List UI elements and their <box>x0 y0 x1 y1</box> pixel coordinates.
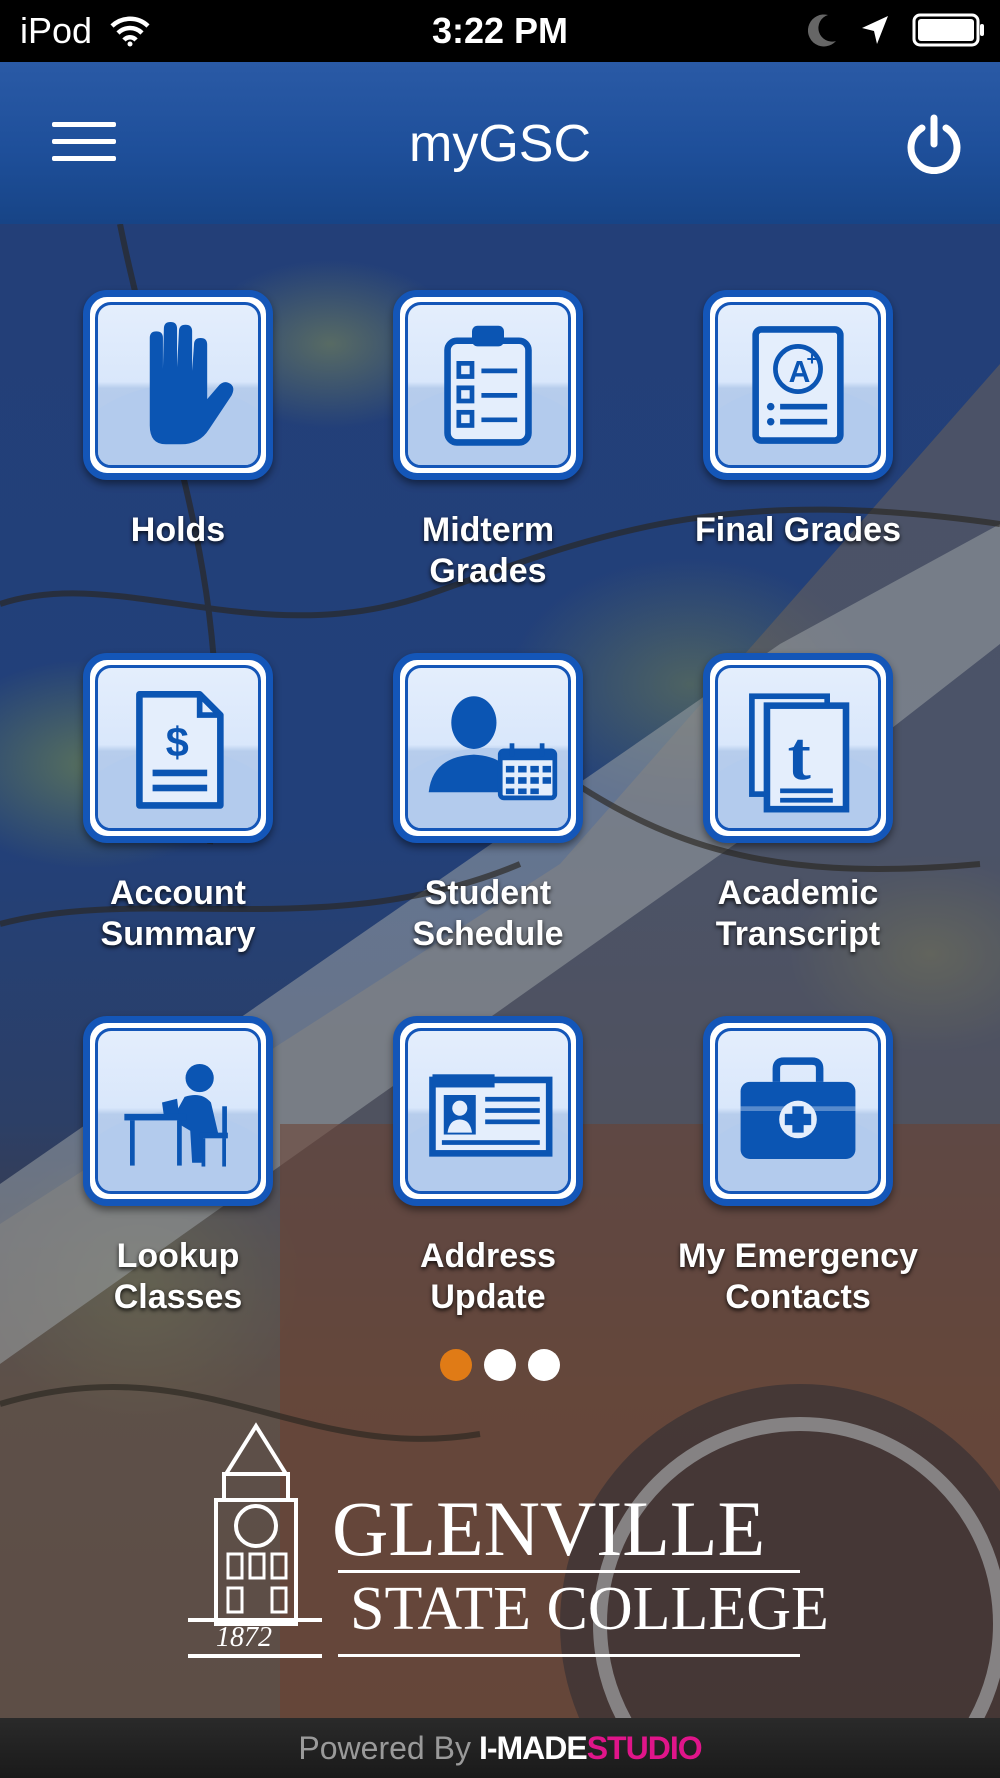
power-icon <box>907 114 961 175</box>
id-card-icon <box>429 1074 553 1157</box>
tile-address-update-label: Address Update <box>419 1237 557 1316</box>
tile-lookup-classes-label: Lookup Classes <box>113 1237 243 1316</box>
hand-icon <box>149 321 234 445</box>
logo-line2: STATE COLLEGE <box>350 1575 829 1643</box>
clipboard-checklist-icon <box>444 325 532 446</box>
tile-lookup-classes-button[interactable] <box>83 1016 273 1206</box>
svg-text:t: t <box>788 718 811 795</box>
tile-student-schedule-button[interactable] <box>393 653 583 843</box>
battery-icon <box>912 13 984 47</box>
dollar-document-icon: $ <box>136 691 224 809</box>
tile-final-grades-label: Final Grades <box>695 511 901 549</box>
tile-academic-transcript-button[interactable]: t <box>703 653 893 843</box>
tile-academic-transcript-label: Academic Transcript <box>715 874 881 953</box>
transcript-icon: t <box>749 693 850 813</box>
graded-paper-icon: A + <box>752 326 844 444</box>
tile-account-summary-label: Account Summary <box>100 874 256 953</box>
app-header: myGSC <box>0 62 1000 226</box>
svg-text:+: + <box>806 348 817 369</box>
person-calendar-icon <box>428 696 558 801</box>
page-indicator <box>0 1349 1000 1381</box>
page-title: myGSC <box>409 115 591 173</box>
student-desk-icon <box>124 1063 228 1167</box>
tile-midterm-grades-button[interactable] <box>393 290 583 480</box>
logo-year: 1872 <box>216 1622 272 1653</box>
page-dot-1[interactable] <box>440 1349 472 1381</box>
tile-holds-button[interactable] <box>83 290 273 480</box>
tile-address-update-button[interactable] <box>393 1016 583 1206</box>
footer-branding: Powered By I-MADESTUDIO <box>0 1718 1000 1778</box>
status-bar: iPod 3:22 PM <box>0 0 1000 62</box>
brand-studio: STUDIO <box>586 1730 703 1766</box>
tile-emergency-contacts-label: My Emergency Contacts <box>678 1237 918 1316</box>
powered-by-text: Powered By <box>298 1730 471 1766</box>
logo-line1: GLENVILLE <box>332 1485 766 1572</box>
moon-icon <box>808 14 836 47</box>
page-dot-3[interactable] <box>528 1349 560 1381</box>
first-aid-kit-icon <box>740 1057 856 1159</box>
tile-account-summary-button[interactable]: $ <box>83 653 273 843</box>
svg-text:$: $ <box>166 719 189 765</box>
tile-student-schedule-label: Student Schedule <box>412 874 564 953</box>
logout-button[interactable] <box>906 114 962 175</box>
tile-holds-label: Holds <box>130 511 226 549</box>
tile-final-grades-button[interactable]: A + <box>703 290 893 480</box>
tile-emergency-contacts-button[interactable] <box>703 1016 893 1206</box>
location-arrow-icon <box>862 16 888 44</box>
tile-midterm-grades-label: Midterm Grades <box>421 511 555 590</box>
glenville-state-college-logo: GLENVILLE STATE COLLEGE 1872 <box>186 1422 829 1662</box>
brand-imade: I-MADE <box>478 1730 588 1766</box>
page-dot-2[interactable] <box>484 1349 516 1381</box>
